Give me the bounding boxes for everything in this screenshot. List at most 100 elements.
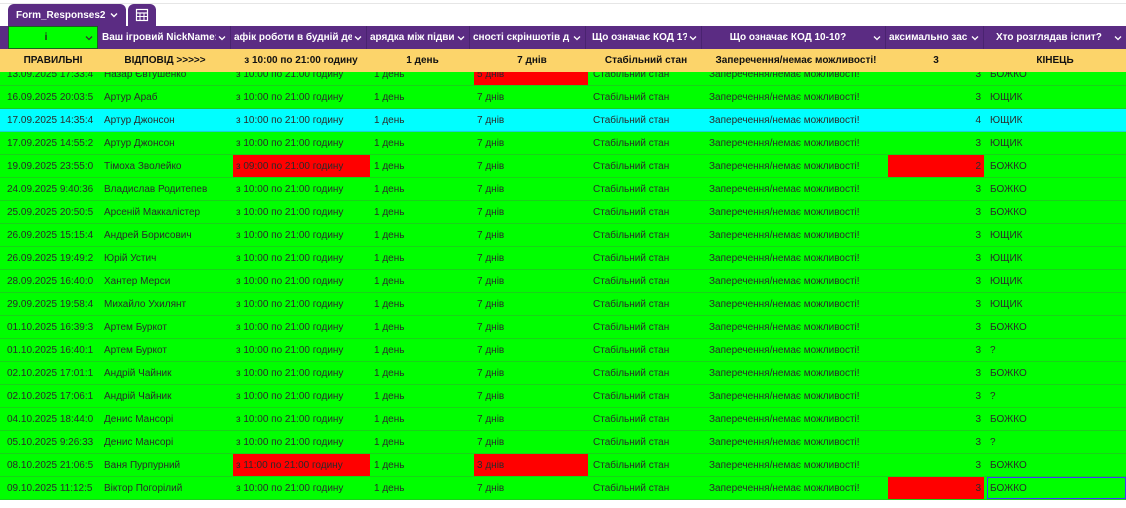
screens-cell[interactable]: 7 днів <box>474 178 588 200</box>
max-cell[interactable]: 3 <box>888 201 984 223</box>
timestamp-cell[interactable]: 17.09.2025 14:55:2 <box>4 132 101 154</box>
screens-cell[interactable]: 7 днів <box>474 109 588 131</box>
code1010-cell[interactable]: Заперечення/немає можливості! <box>706 339 888 361</box>
chevron-down-icon[interactable] <box>83 33 95 43</box>
code1-cell[interactable]: Стабільний стан <box>590 224 702 246</box>
code1-cell[interactable]: Стабільний стан <box>590 132 702 154</box>
filter-column-nickname[interactable]: Ваш ігровий NickName: <box>99 26 231 49</box>
max-cell[interactable]: 3 <box>888 178 984 200</box>
timestamp-cell[interactable]: 29.09.2025 19:58:4 <box>4 293 101 315</box>
reviewer-cell[interactable]: БОЖКО <box>987 72 1126 85</box>
max-cell[interactable]: 3 <box>888 247 984 269</box>
reviewer-cell[interactable]: ЮЩИК <box>987 247 1126 269</box>
timestamp-cell[interactable]: 26.09.2025 19:49:2 <box>4 247 101 269</box>
reviewer-cell[interactable]: ЮЩИК <box>987 86 1126 108</box>
filter-column-code1[interactable]: Що означає КОД 1? <box>586 26 702 49</box>
max-cell[interactable]: 3 <box>888 454 984 476</box>
code1-cell[interactable]: Стабільний стан <box>590 385 702 407</box>
code1010-cell[interactable]: Заперечення/немає можливості! <box>706 155 888 177</box>
max-cell[interactable]: 2 <box>888 155 984 177</box>
schedule-cell[interactable]: з 10:00 по 21:00 годину <box>233 339 370 361</box>
nickname-cell[interactable]: Ваня Пурпурний <box>101 454 233 476</box>
schedule-cell[interactable]: з 10:00 по 21:00 годину <box>233 72 370 85</box>
order-cell[interactable]: 1 день <box>371 155 474 177</box>
nickname-cell[interactable]: Денис Мансорі <box>101 431 233 453</box>
code1-cell[interactable]: Стабільний стан <box>590 270 702 292</box>
timestamp-cell[interactable]: 13.09.2025 17:33:4 <box>4 72 101 85</box>
screens-cell[interactable]: 7 днів <box>474 155 588 177</box>
filter-column-order[interactable]: арядка між підвищ <box>367 26 470 49</box>
nickname-cell[interactable]: Віктор Погорілий <box>101 477 233 499</box>
code1-cell[interactable]: Стабільний стан <box>590 178 702 200</box>
filter-column-max[interactable]: аксимально зас <box>886 26 984 49</box>
code1-cell[interactable]: Стабільний стан <box>590 362 702 384</box>
reviewer-cell[interactable]: БОЖКО <box>987 454 1126 476</box>
timestamp-cell[interactable]: 02.10.2025 17:06:1 <box>4 385 101 407</box>
schedule-cell[interactable]: з 10:00 по 21:00 годину <box>233 201 370 223</box>
chevron-down-icon[interactable] <box>871 33 883 43</box>
screens-cell[interactable]: 3 днів <box>474 454 588 476</box>
schedule-cell[interactable]: з 10:00 по 21:00 годину <box>233 109 370 131</box>
nickname-cell[interactable]: Артем Буркот <box>101 316 233 338</box>
screens-cell[interactable]: 7 днів <box>474 431 588 453</box>
code1010-cell[interactable]: Заперечення/немає можливості! <box>706 86 888 108</box>
code1-cell[interactable]: Стабільний стан <box>590 155 702 177</box>
code1-cell[interactable]: Стабільний стан <box>590 72 702 85</box>
schedule-cell[interactable]: з 10:00 по 21:00 годину <box>233 86 370 108</box>
order-cell[interactable]: 1 день <box>371 454 474 476</box>
screens-cell[interactable]: 7 днів <box>474 270 588 292</box>
max-cell[interactable]: 3 <box>888 385 984 407</box>
timestamp-cell[interactable]: 17.09.2025 14:35:4 <box>4 109 101 131</box>
max-cell[interactable]: 3 <box>888 270 984 292</box>
code1-cell[interactable]: Стабільний стан <box>590 109 702 131</box>
timestamp-cell[interactable]: 26.09.2025 15:15:4 <box>4 224 101 246</box>
code1010-cell[interactable]: Заперечення/немає можливості! <box>706 454 888 476</box>
code1-cell[interactable]: Стабільний стан <box>590 477 702 499</box>
reviewer-cell[interactable]: ЮЩИК <box>987 132 1126 154</box>
code1010-cell[interactable]: Заперечення/немає можливості! <box>706 201 888 223</box>
code1010-cell[interactable]: Заперечення/немає можливості! <box>706 477 888 499</box>
reviewer-cell[interactable]: БОЖКО <box>987 178 1126 200</box>
screens-cell[interactable]: 7 днів <box>474 201 588 223</box>
max-cell[interactable]: 3 <box>888 477 984 499</box>
chevron-down-icon[interactable] <box>1112 33 1124 43</box>
max-cell[interactable]: 3 <box>888 316 984 338</box>
code1-cell[interactable]: Стабільний стан <box>590 247 702 269</box>
reviewer-cell[interactable]: ? <box>987 431 1126 453</box>
order-cell[interactable]: 1 день <box>371 339 474 361</box>
code1010-cell[interactable]: Заперечення/немає можливості! <box>706 270 888 292</box>
schedule-cell[interactable]: з 10:00 по 21:00 годину <box>233 316 370 338</box>
timestamp-cell[interactable]: 01.10.2025 16:40:1 <box>4 339 101 361</box>
chevron-down-icon[interactable] <box>109 10 119 20</box>
reviewer-cell[interactable]: ? <box>987 385 1126 407</box>
reviewer-cell[interactable]: БОЖКО <box>987 155 1126 177</box>
order-cell[interactable]: 1 день <box>371 385 474 407</box>
timestamp-cell[interactable]: 04.10.2025 18:44:0 <box>4 408 101 430</box>
screens-cell[interactable]: 7 днів <box>474 247 588 269</box>
code1-cell[interactable]: Стабільний стан <box>590 431 702 453</box>
schedule-cell[interactable]: з 10:00 по 21:00 годину <box>233 362 370 384</box>
order-cell[interactable]: 1 день <box>371 178 474 200</box>
screens-cell[interactable]: 5 днів <box>474 72 588 85</box>
order-cell[interactable]: 1 день <box>371 431 474 453</box>
nickname-cell[interactable]: Андрей Борисович <box>101 224 233 246</box>
nickname-cell[interactable]: Артур Джонсон <box>101 109 233 131</box>
code1010-cell[interactable]: Заперечення/немає можливості! <box>706 178 888 200</box>
reviewer-cell[interactable]: ЮЩИК <box>987 293 1126 315</box>
code1010-cell[interactable]: Заперечення/немає можливості! <box>706 408 888 430</box>
screens-cell[interactable]: 7 днів <box>474 293 588 315</box>
order-cell[interactable]: 1 день <box>371 293 474 315</box>
chevron-down-icon[interactable] <box>571 33 583 43</box>
timestamp-cell[interactable]: 02.10.2025 17:01:1 <box>4 362 101 384</box>
reviewer-cell[interactable]: БОЖКО <box>987 477 1126 499</box>
max-cell[interactable]: 3 <box>888 132 984 154</box>
schedule-cell[interactable]: з 11:00 по 21:00 годину <box>233 454 370 476</box>
chevron-down-icon[interactable] <box>216 33 228 43</box>
order-cell[interactable]: 1 день <box>371 270 474 292</box>
filter-column-reviewer[interactable]: Хто розглядав іспит? <box>984 26 1126 49</box>
max-cell[interactable]: 3 <box>888 431 984 453</box>
nickname-cell[interactable]: Андрій Чайник <box>101 385 233 407</box>
timestamp-cell[interactable]: 05.10.2025 9:26:33 <box>4 431 101 453</box>
order-cell[interactable]: 1 день <box>371 224 474 246</box>
code1010-cell[interactable]: Заперечення/немає можливості! <box>706 132 888 154</box>
